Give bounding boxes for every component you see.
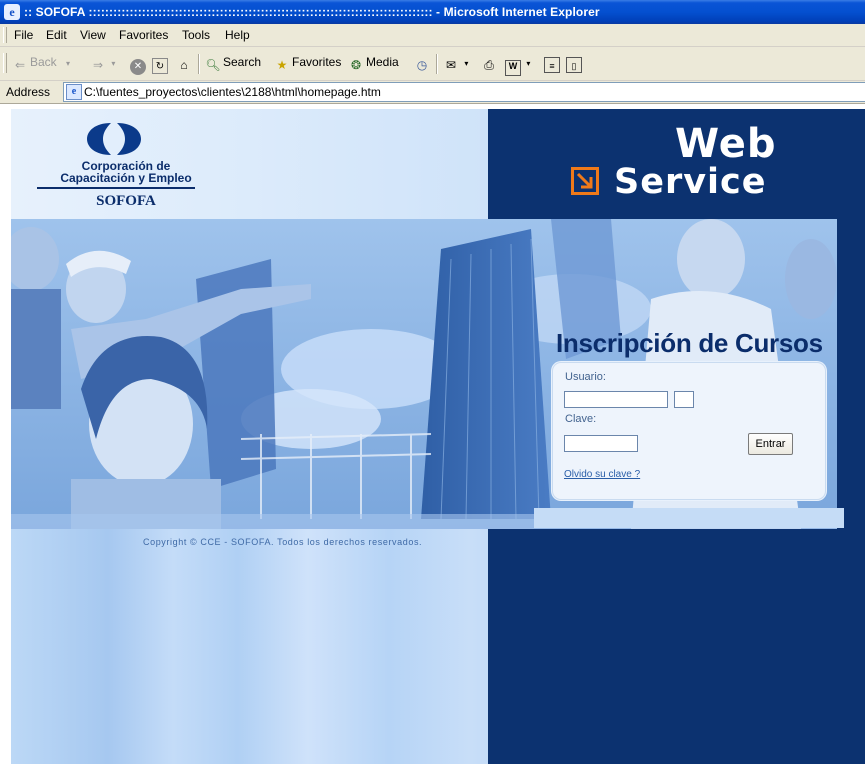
window-title-bar[interactable]: e :: SOFOFA ::::::::::::::::::::::::::::…: [0, 0, 865, 24]
menu-bar: File Edit View Favorites Tools Help: [0, 24, 865, 47]
favorites-icon: ★: [276, 58, 288, 72]
refresh-button[interactable]: ↻: [152, 55, 170, 74]
print-icon: ⎙: [484, 58, 494, 72]
discuss-icon: ≡: [544, 57, 560, 73]
page-icon: e: [66, 84, 82, 100]
back-arrow-icon: ⇐: [14, 58, 26, 72]
logo-divider: [37, 187, 195, 189]
page-heading: Inscripción de Cursos: [556, 328, 823, 358]
page-content: Corporación de Capacitación y Empleo SOF…: [0, 104, 865, 764]
brand-service: Service: [614, 162, 767, 202]
favorites-button[interactable]: ★ Favorites: [274, 55, 342, 73]
copyright-text: Copyright © CCE - SOFOFA. Todos los dere…: [143, 537, 423, 547]
menu-grip-icon[interactable]: [3, 27, 7, 43]
menu-edit[interactable]: Edit: [46, 28, 67, 42]
home-button[interactable]: ⌂: [176, 55, 194, 73]
window-title: :: SOFOFA ::::::::::::::::::::::::::::::…: [24, 5, 600, 19]
address-input[interactable]: e C:\fuentes_proyectos\clientes\2188\htm…: [63, 82, 865, 102]
mail-button[interactable]: ✉ ▾: [443, 55, 468, 73]
mail-icon: ✉: [445, 58, 457, 72]
search-label: Search: [223, 55, 262, 69]
search-icon: 🔍︎: [205, 58, 221, 72]
favorites-label: Favorites: [292, 55, 342, 69]
stop-button[interactable]: ✕: [130, 55, 148, 75]
web-service-logo-icon: [571, 167, 599, 195]
forward-button[interactable]: ⇒ ▾: [90, 55, 115, 73]
print-button[interactable]: ⎙: [481, 55, 499, 73]
standard-toolbar: ⇐ Back ▾ ⇒ ▾ ✕ ↻ ⌂ 🔍︎ Search ★ Favorites ❂ M…: [0, 47, 865, 81]
stop-icon: ✕: [130, 59, 146, 75]
messenger-icon: ▯: [566, 57, 582, 73]
forward-dropdown-icon[interactable]: ▾: [111, 59, 115, 68]
toolbar-separator: [198, 54, 200, 74]
logo-sofofa: SOFOFA: [96, 193, 156, 209]
edit-dropdown-icon[interactable]: ▾: [526, 59, 530, 68]
mail-dropdown-icon[interactable]: ▾: [464, 59, 468, 68]
toolbar-grip-icon[interactable]: [3, 53, 7, 73]
usuario-dv-input[interactable]: [674, 391, 694, 408]
media-icon: ❂: [350, 58, 362, 72]
arrow-down-right-icon: [576, 172, 593, 189]
media-label: Media: [366, 55, 399, 69]
address-bar: Address e C:\fuentes_proyectos\clientes\…: [0, 81, 865, 104]
discuss-button[interactable]: ≡: [544, 55, 562, 73]
menu-favorites[interactable]: Favorites: [119, 28, 168, 42]
back-label: Back: [30, 55, 57, 69]
word-edit-icon: W: [505, 60, 521, 76]
search-button[interactable]: 🔍︎ Search: [205, 55, 261, 73]
toolbar-separator: [436, 54, 438, 74]
usuario-label: Usuario:: [565, 371, 606, 383]
home-icon: ⌂: [180, 58, 188, 72]
usuario-input[interactable]: [564, 391, 668, 408]
history-button[interactable]: ◷: [414, 55, 432, 73]
forgot-password-link[interactable]: Olvido su clave ?: [564, 469, 640, 480]
history-icon: ◷: [416, 58, 428, 72]
media-button[interactable]: ❂ Media: [348, 55, 399, 73]
edit-button[interactable]: W ▾: [505, 55, 530, 76]
header-logo-area: Corporación de Capacitación y Empleo SOF…: [11, 109, 488, 219]
back-dropdown-icon[interactable]: ▾: [66, 59, 70, 68]
photo-band-bottom-tab: [534, 508, 844, 528]
menu-tools[interactable]: Tools: [182, 28, 210, 42]
ie-logo-icon: e: [4, 4, 20, 20]
menu-view[interactable]: View: [80, 28, 106, 42]
clave-input[interactable]: [564, 435, 638, 452]
back-button[interactable]: ⇐ Back ▾: [12, 55, 70, 73]
messenger-button[interactable]: ▯: [566, 55, 584, 73]
forward-arrow-icon: ⇒: [92, 58, 104, 72]
cce-logo-icon: [87, 123, 141, 155]
login-form: Usuario: Clave: Entrar Olvido su clave ?: [552, 362, 826, 500]
address-label: Address: [6, 85, 51, 99]
refresh-icon: ↻: [152, 58, 168, 74]
menu-help[interactable]: Help: [225, 28, 250, 42]
menu-file[interactable]: File: [14, 28, 33, 42]
brand-web: Web: [675, 121, 777, 167]
page-left-margin: [0, 104, 11, 764]
logo-line-2: Capacitación y Empleo: [60, 171, 192, 185]
entrar-button[interactable]: Entrar: [748, 433, 793, 455]
clave-label: Clave:: [565, 413, 597, 425]
address-url[interactable]: C:\fuentes_proyectos\clientes\2188\html\…: [84, 85, 381, 99]
